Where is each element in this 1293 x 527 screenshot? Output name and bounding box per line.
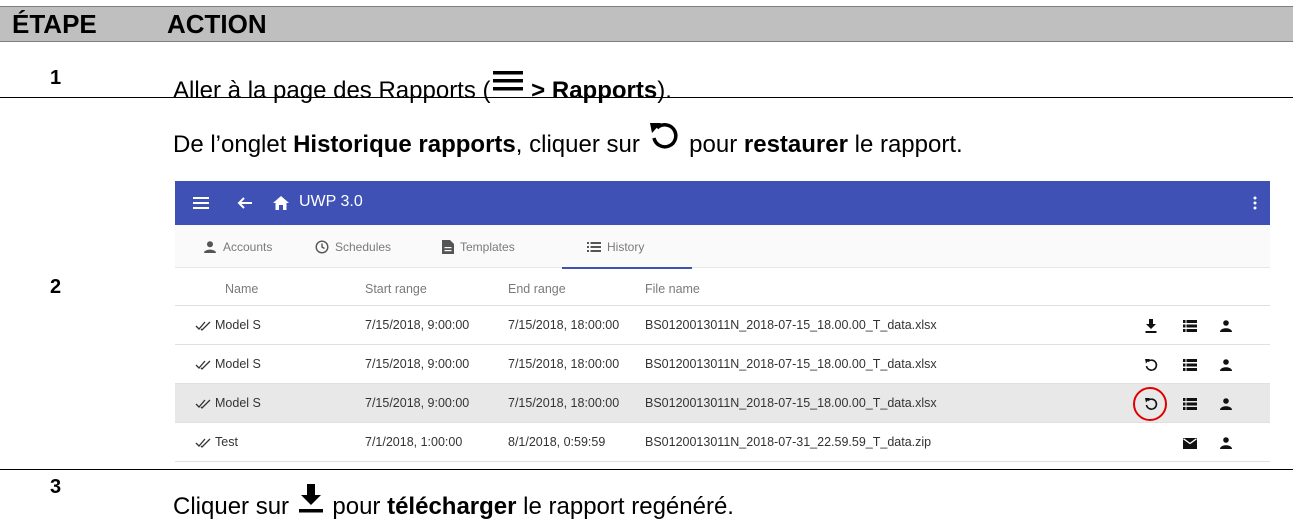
step-3-text: Cliquer sur pour télécharger le rapport … [173, 484, 734, 521]
row-end-range: 8/1/2018, 0:59:59 [508, 435, 606, 449]
step-2-number: 2 [50, 276, 62, 298]
row-start-range: 7/15/2018, 9:00:00 [365, 318, 470, 332]
list-icon [587, 241, 601, 252]
table-row[interactable]: Model S 7/15/2018, 9:00:00 7/15/2018, 18… [175, 306, 1270, 345]
double-check-icon [195, 321, 211, 331]
step-2-bold-1: Historique rapports [293, 131, 516, 158]
step-3-text-after: le rapport regénéré. [516, 493, 734, 520]
app-screenshot: UWP 3.0 Accounts Schedules Templates His… [175, 181, 1270, 463]
row-name-text: Model S [215, 318, 261, 332]
restore-icon [647, 120, 683, 159]
row-start-range: 7/15/2018, 9:00:00 [365, 357, 470, 371]
step-3-text-before: Cliquer sur [173, 493, 296, 520]
restore-icon[interactable] [1141, 394, 1161, 414]
back-arrow-icon[interactable] [233, 181, 257, 225]
double-check-icon [195, 360, 211, 370]
row-end-range: 7/15/2018, 18:00:00 [508, 357, 620, 371]
step-2-text-after: le rapport. [847, 131, 963, 158]
instructions-header: ÉTAPE ACTION [0, 6, 1293, 42]
tab-label: History [607, 239, 645, 254]
row-name-text: Test [215, 435, 238, 449]
table-row[interactable]: Model S 7/15/2018, 9:00:00 7/15/2018, 18… [175, 345, 1270, 384]
mail-icon[interactable] [1180, 433, 1200, 453]
row-file-name: BS0120013011N_2018-07-31_22.59.59_T_data… [645, 435, 932, 449]
step-1-text: Aller à la page des Rapports ( > Rapport… [173, 68, 672, 105]
home-icon[interactable] [269, 181, 293, 225]
tab-history[interactable]: History [587, 225, 644, 268]
row-name: Model S [195, 396, 261, 410]
tab-bar: Accounts Schedules Templates History [175, 225, 1270, 268]
list-details-icon[interactable] [1180, 355, 1200, 375]
table-row-selected[interactable]: Model S 7/15/2018, 9:00:00 7/15/2018, 18… [175, 384, 1270, 423]
tab-label: Accounts [223, 239, 273, 254]
clock-icon [315, 239, 329, 254]
action-column-header: ACTION [167, 9, 267, 39]
separator [0, 97, 1293, 98]
table-row[interactable]: Test 7/1/2018, 1:00:00 8/1/2018, 0:59:59… [175, 423, 1270, 462]
document-icon [442, 239, 454, 254]
row-start-range: 7/1/2018, 1:00:00 [365, 435, 463, 449]
separator [0, 469, 1293, 470]
column-header-start-range[interactable]: Start range [365, 282, 427, 296]
step-2-text-mid: , cliquer sur [515, 131, 647, 158]
app-title: UWP 3.0 [299, 193, 363, 210]
restore-icon[interactable] [1141, 355, 1161, 375]
download-icon [296, 484, 326, 521]
column-header-file-name[interactable]: File name [645, 282, 700, 296]
table-header: Name Start range End range File name [175, 274, 1270, 306]
step-1-text-after: ). [657, 77, 672, 104]
tab-schedules[interactable]: Schedules [315, 225, 391, 268]
row-name-text: Model S [215, 357, 261, 371]
list-details-icon[interactable] [1180, 394, 1200, 414]
step-3-text-mid: pour [325, 493, 388, 520]
row-end-range: 7/15/2018, 18:00:00 [508, 318, 620, 332]
tab-accounts[interactable]: Accounts [203, 225, 272, 268]
step-2-bold-2: restaurer [743, 131, 848, 158]
column-header-name[interactable]: Name [225, 282, 258, 296]
person-icon[interactable] [1216, 433, 1236, 453]
row-name-text: Model S [215, 396, 261, 410]
step-3-number: 3 [50, 476, 62, 498]
person-icon [204, 240, 216, 253]
step-2-text: De l’onglet Historique rapports, cliquer… [173, 120, 963, 159]
hamburger-menu-icon[interactable] [189, 181, 213, 225]
tab-templates[interactable]: Templates [442, 225, 515, 268]
more-vert-icon[interactable] [1245, 181, 1265, 225]
step-1-number: 1 [50, 67, 62, 89]
row-file-name: BS0120013011N_2018-07-15_18.00.00_T_data… [645, 396, 937, 410]
row-file-name: BS0120013011N_2018-07-15_18.00.00_T_data… [645, 318, 937, 332]
double-check-icon [195, 438, 211, 448]
person-icon[interactable] [1216, 316, 1236, 336]
list-details-icon[interactable] [1180, 316, 1200, 336]
active-tab-indicator [562, 267, 692, 269]
app-toolbar: UWP 3.0 [175, 181, 1270, 225]
row-end-range: 7/15/2018, 18:00:00 [508, 396, 620, 410]
step-1-bold: > Rapports [524, 77, 658, 104]
row-file-name: BS0120013011N_2018-07-15_18.00.00_T_data… [645, 357, 937, 371]
step-2-text-mid-2: pour [682, 131, 744, 158]
column-header-end-range[interactable]: End range [508, 282, 566, 296]
step-column-header: ÉTAPE [12, 9, 97, 39]
tab-label: Schedules [335, 239, 392, 254]
double-check-icon [195, 399, 211, 409]
download-icon[interactable] [1141, 316, 1161, 336]
step-3-bold: télécharger [387, 493, 517, 520]
tab-label: Templates [460, 239, 515, 254]
row-name: Model S [195, 318, 261, 332]
row-name: Model S [195, 357, 261, 371]
row-name: Test [195, 435, 238, 449]
row-start-range: 7/15/2018, 9:00:00 [365, 396, 470, 410]
menu-icon [491, 68, 525, 105]
person-icon[interactable] [1216, 355, 1236, 375]
person-icon[interactable] [1216, 394, 1236, 414]
step-2-text-before: De l’onglet [173, 131, 294, 158]
step-1-text-before: Aller à la page des Rapports ( [173, 77, 491, 104]
